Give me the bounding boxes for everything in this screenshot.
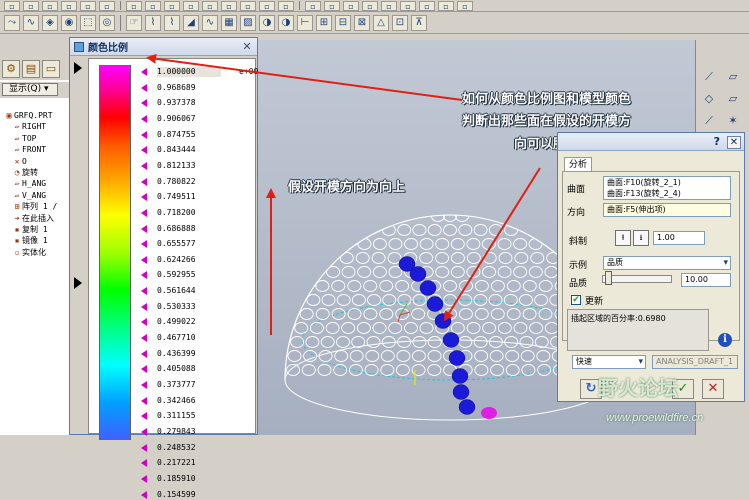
watermark-logo: 野火论坛: [598, 376, 678, 400]
annotation-arrows: [146, 53, 541, 335]
scale-value-label: 0.154599: [157, 489, 196, 499]
scale-tick: [141, 443, 147, 452]
scale-tick: [141, 490, 147, 499]
scale-tick: [141, 474, 147, 483]
arrow-to-model: [443, 167, 541, 322]
scale-tick: [141, 459, 147, 468]
watermark-url: www.proewildfire.cn: [606, 412, 704, 424]
arrow-to-color-scale: [146, 53, 463, 101]
scale-value-label: 0.248532: [157, 442, 196, 452]
scale-value-label: 0.217221: [157, 458, 196, 468]
scale-value-label: 0.185910: [157, 473, 196, 483]
